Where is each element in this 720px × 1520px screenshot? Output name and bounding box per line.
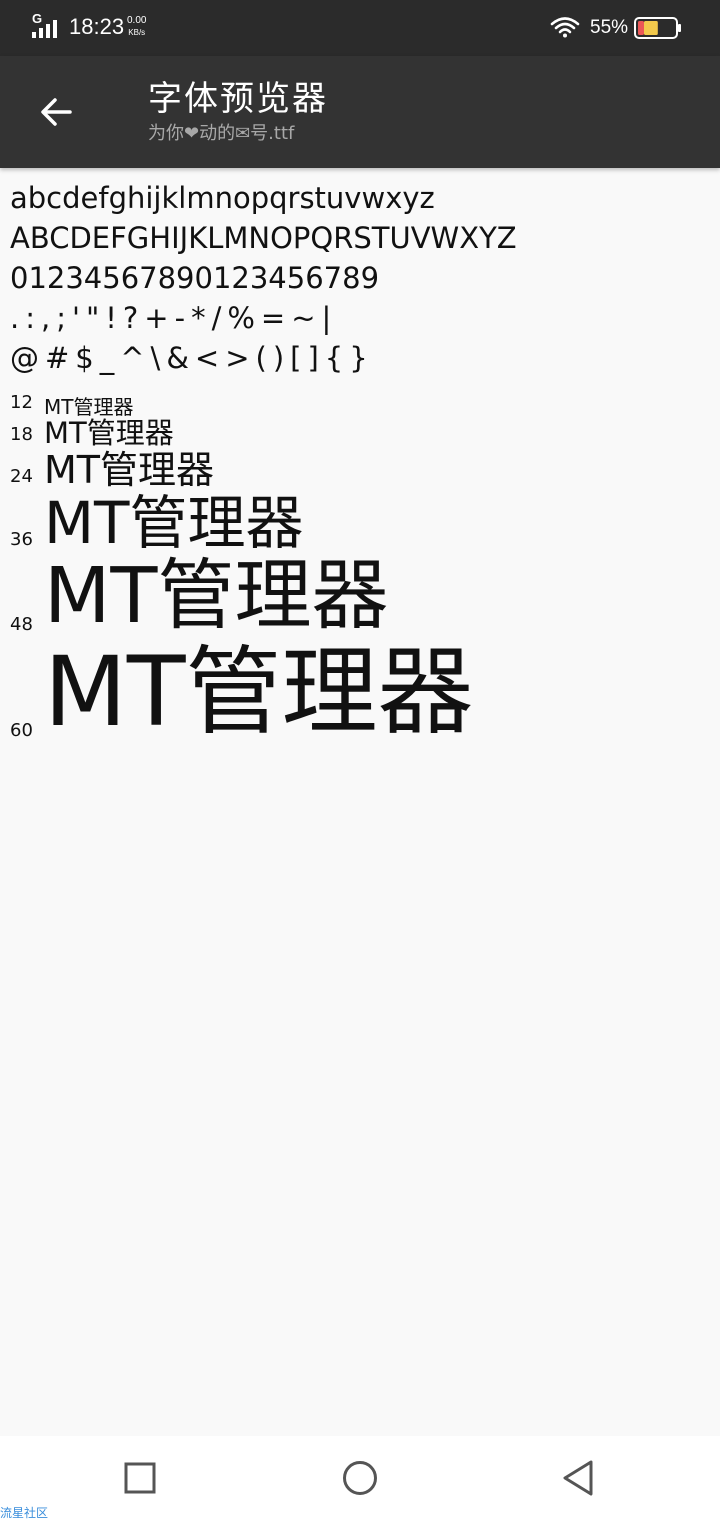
size-row-24: 24 MT管理器 [10,447,710,492]
size-label: 18 [10,423,33,445]
size-row-48: 48 MT管理器 [10,555,710,640]
size-row-18: 18 MT管理器 [10,416,710,450]
recents-button[interactable] [116,1454,164,1502]
glyph-preview: abcdefghijklmnopqrstuvwxyz ABCDEFGHIJKLM… [10,178,710,378]
size-sample-text: MT管理器 [44,552,389,642]
punctuation-sample: .:,;'"!?+-*/%=~| [10,301,338,335]
size-label: 60 [10,719,33,741]
size-sample-text: MT管理器 [44,636,474,749]
circle-icon [343,1461,377,1495]
page-title: 字体预览器 [148,79,328,119]
size-sample-text: MT管理器 [44,416,174,450]
back-button[interactable] [28,84,84,140]
symbols-sample: @#$_^\&<>()[]{} [10,341,374,375]
home-button[interactable] [336,1454,384,1502]
watermark: 流星社区 [0,1506,49,1520]
battery-percent: 55% [590,17,629,38]
lowercase-sample: abcdefghijklmnopqrstuvwxyz [10,181,435,215]
size-row-12: 12 MT管理器 [10,392,710,418]
triangle-back-icon [563,1460,593,1496]
signal-icon [32,20,57,38]
size-sample-text: MT管理器 [44,395,134,419]
square-icon [124,1462,156,1494]
network-speed-unit: KB/s [128,28,146,37]
arrow-left-icon [41,98,72,126]
size-sample-text: MT管理器 [44,488,304,557]
size-label: 48 [10,614,33,636]
size-samples: 12 MT管理器 18 MT管理器 24 MT管理器 36 MT管理器 48 M… [10,392,710,746]
size-row-36: 36 MT管理器 [10,488,710,557]
network-speed: 0.00 KB/s [127,16,146,38]
wifi-icon [550,17,580,38]
status-bar: G 18:23 0.00 KB/s 55% [0,0,720,56]
status-time: 18:23 [69,14,125,39]
digits-sample: 01234567890123456789 [10,261,380,295]
battery-icon [634,17,681,39]
size-label: 12 [10,392,33,413]
font-file-name: 为你❤动的✉号.ttf [148,123,295,144]
size-sample-text: MT管理器 [44,447,214,492]
size-label: 36 [10,529,33,551]
uppercase-sample: ABCDEFGHIJKLMNOPQRSTUVWXYZ [10,221,517,255]
size-row-60: 60 MT管理器 [10,640,710,746]
size-label: 24 [10,465,33,487]
network-speed-value: 0.00 [127,15,147,26]
nav-back-button[interactable] [554,1454,602,1502]
navigation-bar [0,1436,720,1520]
app-bar: 字体预览器 为你❤动的✉号.ttf [0,56,720,168]
